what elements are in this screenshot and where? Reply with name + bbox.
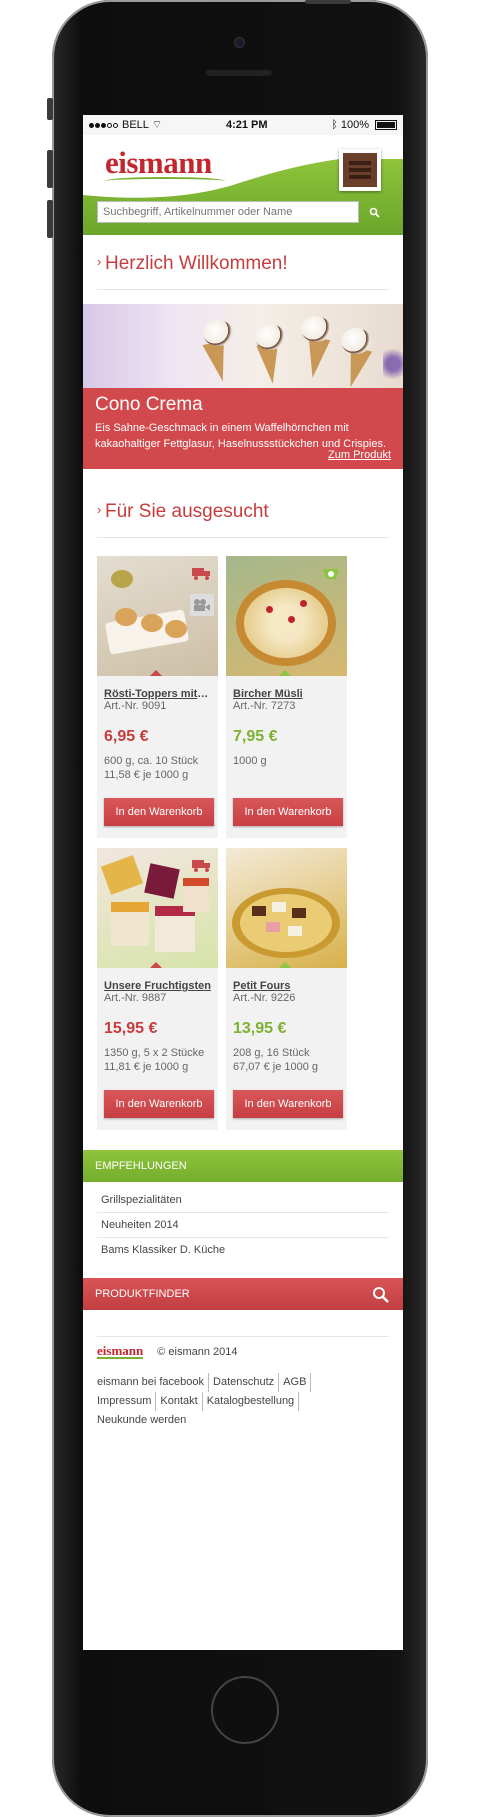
clock: 4:21 PM: [225, 119, 268, 131]
add-to-cart-button[interactable]: In den Warenkorb: [104, 1090, 214, 1118]
article-number: Art.-Nr. 9091: [104, 700, 167, 712]
eismann-logo[interactable]: eismann: [105, 145, 212, 181]
card-pointer: [278, 670, 292, 676]
product-image-fruit-cakes[interactable]: [97, 848, 218, 968]
earpiece-speaker: [205, 68, 273, 76]
search-bar: [97, 201, 389, 223]
product-card: Bircher Müsli Art.-Nr. 7273 7,95 € 1000 …: [226, 556, 347, 838]
product-image-petit-fours[interactable]: [226, 848, 347, 968]
footer-link-agb[interactable]: AGB: [283, 1373, 312, 1392]
status-bar: BELL ⌔ 4:21 PM ᛒ 100%: [83, 115, 403, 135]
product-card: Unsere Fruchtigsten Art.-Nr. 9887 15,95 …: [97, 848, 218, 1130]
recommendation-item[interactable]: Neuheiten 2014: [97, 1213, 389, 1238]
menu-button[interactable]: [339, 149, 381, 191]
recommendations-header[interactable]: EMPFEHLUNGEN: [83, 1150, 403, 1182]
product-image-roesti[interactable]: [97, 556, 218, 676]
product-price: 15,95 €: [104, 1020, 158, 1037]
footer-links: eismann bei facebook Datenschutz AGB Impre…: [97, 1373, 389, 1430]
search-input[interactable]: [97, 201, 359, 223]
recommendations-title: EMPFEHLUNGEN: [95, 1160, 187, 1172]
product-name-link[interactable]: Bircher Müsli: [233, 688, 340, 700]
recommendation-item[interactable]: Grillspezialitäten: [97, 1188, 389, 1213]
product-unit-price: 67,07 € je 1000 g: [233, 1061, 319, 1073]
card-pointer: [278, 962, 292, 968]
product-grid: Rösti-Toppers mit Ph... Art.-Nr. 9091 6,…: [83, 556, 403, 1140]
product-image-muesli[interactable]: [226, 556, 347, 676]
banner-description: Eis Sahne-Geschmack in einem Waffelhörnc…: [95, 422, 387, 450]
welcome-heading: Herzlich Willkommen!: [97, 235, 389, 290]
recommendation-item[interactable]: Bams Klassiker D. Küche: [97, 1238, 389, 1262]
search-icon: [369, 207, 380, 218]
delivery-truck-icon: [190, 854, 214, 876]
product-unit-price: 11,81 € je 1000 g: [104, 1061, 189, 1073]
site-header: eismann: [83, 135, 403, 235]
phone-screen: BELL ⌔ 4:21 PM ᛒ 100% eismann Herzlich W…: [83, 115, 403, 1650]
power-button: [305, 0, 351, 4]
volume-down-button: [47, 200, 53, 238]
wifi-icon: ⌔: [151, 119, 163, 131]
product-quantity: 208 g, 16 Stück: [233, 1047, 310, 1059]
product-name-link[interactable]: Rösti-Toppers mit Ph...: [104, 688, 211, 700]
video-camera-icon: [190, 594, 214, 616]
product-price: 6,95 €: [104, 728, 149, 745]
product-unit-price: 11,58 € je 1000 g: [104, 769, 189, 781]
product-quantity: 600 g, ca. 10 Stück: [104, 755, 199, 767]
product-quantity: 1350 g, 5 x 2 Stücke: [104, 1047, 205, 1059]
footer-link-facebook[interactable]: eismann bei facebook: [97, 1373, 210, 1392]
add-to-cart-button[interactable]: In den Warenkorb: [233, 1090, 343, 1118]
footer-link-datenschutz[interactable]: Datenschutz: [213, 1373, 280, 1392]
site-footer: eismann © eismann 2014 eismann bei faceb…: [97, 1336, 389, 1430]
volume-up-button: [47, 150, 53, 188]
article-number: Art.-Nr. 9226: [233, 992, 296, 1004]
product-card: Rösti-Toppers mit Ph... Art.-Nr. 9091 6,…: [97, 556, 218, 838]
banner-textbox: Cono Crema Eis Sahne-Geschmack in einem …: [83, 388, 403, 469]
signal-icon: [89, 119, 119, 131]
footer-link-impressum[interactable]: Impressum: [97, 1392, 157, 1411]
article-number: Art.-Nr. 7273: [233, 700, 296, 712]
footer-link-neukunde[interactable]: Neukunde werden: [97, 1411, 190, 1430]
footer-link-kontakt[interactable]: Kontakt: [160, 1392, 203, 1411]
carrier-label: BELL: [122, 119, 149, 131]
product-name-link[interactable]: Unsere Fruchtigsten: [104, 980, 211, 992]
card-pointer: [149, 670, 163, 676]
add-to-cart-button[interactable]: In den Warenkorb: [104, 798, 214, 826]
footer-link-katalog[interactable]: Katalogbestellung: [207, 1392, 300, 1411]
article-number: Art.-Nr. 9887: [104, 992, 167, 1004]
recommendations-list: Grillspezialitäten Neuheiten 2014 Bams K…: [83, 1182, 403, 1262]
promo-banner[interactable]: Cono Crema Eis Sahne-Geschmack in einem …: [83, 304, 403, 469]
product-quantity: 1000 g: [233, 755, 267, 767]
banner-title: Cono Crema: [95, 394, 203, 415]
produktfinder-title: PRODUKTFINDER: [95, 1288, 190, 1300]
shopping-basket-icon: [319, 562, 343, 584]
selection-heading: Für Sie ausgesucht: [97, 483, 389, 538]
copyright: © eismann 2014: [157, 1346, 238, 1358]
battery-icon: [375, 120, 397, 130]
footer-logo: eismann: [97, 1343, 144, 1359]
product-name-link[interactable]: Petit Fours: [233, 980, 340, 992]
search-icon: [373, 1287, 389, 1303]
logo-swoosh: [105, 177, 225, 185]
product-card: Petit Fours Art.-Nr. 9226 13,95 € 208 g,…: [226, 848, 347, 1130]
mute-switch: [47, 98, 53, 120]
banner-image-ice-cream-cones: [83, 304, 403, 388]
search-button[interactable]: [359, 201, 389, 223]
front-camera: [234, 37, 245, 48]
produktfinder-header[interactable]: PRODUKTFINDER: [83, 1278, 403, 1310]
hamburger-icon: [343, 153, 377, 187]
product-price: 13,95 €: [233, 1020, 287, 1037]
product-price: 7,95 €: [233, 728, 278, 745]
bluetooth-icon: ᛒ: [331, 119, 338, 131]
delivery-truck-icon: [190, 562, 214, 584]
card-pointer: [149, 962, 163, 968]
battery-percent: 100%: [340, 119, 369, 131]
home-button[interactable]: [211, 1676, 279, 1744]
add-to-cart-button[interactable]: In den Warenkorb: [233, 798, 343, 826]
